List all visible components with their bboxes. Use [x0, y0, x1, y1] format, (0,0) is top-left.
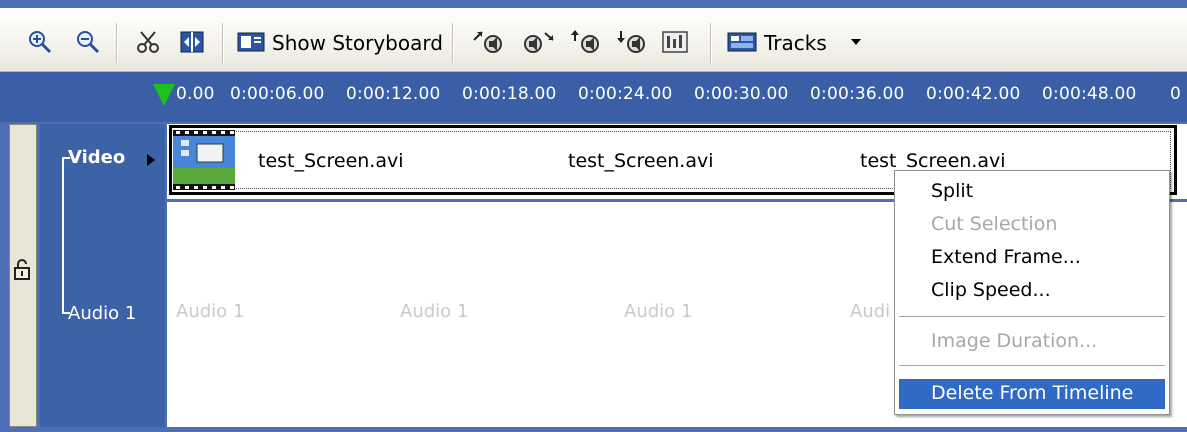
menu-item-extend-frame[interactable]: Extend Frame... [931, 246, 1081, 268]
ruler-timecode: 0:00:36.00 [810, 84, 905, 104]
clip-name-label: test_Screen.avi [860, 150, 1006, 172]
toolbar-separator [222, 23, 224, 63]
audio-placeholder-label: Audio 1 [624, 301, 693, 322]
clip-thumbnail [173, 130, 235, 190]
zoom-in-icon[interactable] [26, 27, 54, 57]
ruler-timecode: 0:00:18.00 [462, 84, 557, 104]
menu-separator [899, 365, 1165, 366]
split-clip-icon[interactable] [178, 27, 206, 57]
zoom-out-icon[interactable] [74, 27, 102, 57]
tracks-button[interactable]: Tracks [764, 31, 827, 55]
toolbar-separator [116, 23, 118, 63]
clip-name-label: test_Screen.avi [258, 150, 404, 172]
audio-placeholder-label: Audio 1 [176, 301, 245, 322]
audio-levels-icon[interactable] [660, 27, 690, 57]
expand-track-icon[interactable] [146, 152, 156, 171]
menu-item-cut-selection[interactable]: Cut Selection [931, 213, 1057, 235]
ruler-timecode: 0:00:06.00 [230, 84, 325, 104]
fade-in-audio-icon[interactable] [470, 27, 508, 57]
ruler-timecode: 0:00:12.00 [346, 84, 441, 104]
scissors-icon[interactable] [134, 27, 162, 57]
clip-context-menu: Split Cut Selection Extend Frame... Clip… [894, 170, 1170, 415]
ruler-timecode: 0:00:42.00 [926, 84, 1021, 104]
menu-item-image-duration[interactable]: Image Duration... [931, 330, 1097, 352]
menu-separator [899, 316, 1165, 317]
ruler-timecode: 0:00:24.00 [578, 84, 673, 104]
volume-down-icon[interactable] [614, 27, 650, 57]
ruler-timecode: 0 [1170, 84, 1182, 104]
clip-name-label: test_Screen.avi [568, 150, 714, 172]
audio-placeholder-label: Audi [850, 301, 891, 322]
ruler-timecode: 0.00 [176, 84, 215, 104]
audio-track-label[interactable]: Audio 1 [68, 303, 136, 324]
menu-item-delete-from-timeline[interactable]: Delete From Timeline [931, 382, 1133, 404]
tracks-dropdown-icon[interactable] [848, 27, 864, 57]
show-storyboard-button[interactable]: Show Storyboard [272, 31, 443, 55]
ruler-timecode: 0:00:30.00 [694, 84, 789, 104]
track-group-bracket [62, 157, 64, 313]
lock-icon[interactable] [12, 258, 32, 282]
volume-up-icon[interactable] [568, 27, 604, 57]
video-track-label[interactable]: Video [68, 147, 125, 168]
ruler-timecode: 0:00:48.00 [1042, 84, 1137, 104]
storyboard-icon[interactable] [236, 27, 266, 57]
playhead-marker[interactable] [153, 84, 175, 106]
timeline-toolbar: Show Storyboard Tracks [0, 8, 1187, 72]
tracks-icon[interactable] [726, 27, 758, 57]
fade-out-audio-icon[interactable] [520, 27, 558, 57]
toolbar-separator [710, 23, 712, 63]
menu-item-split[interactable]: Split [931, 180, 973, 202]
toolbar-separator [452, 23, 454, 63]
audio-placeholder-label: Audio 1 [400, 301, 469, 322]
menu-item-clip-speed[interactable]: Clip Speed... [931, 279, 1051, 301]
